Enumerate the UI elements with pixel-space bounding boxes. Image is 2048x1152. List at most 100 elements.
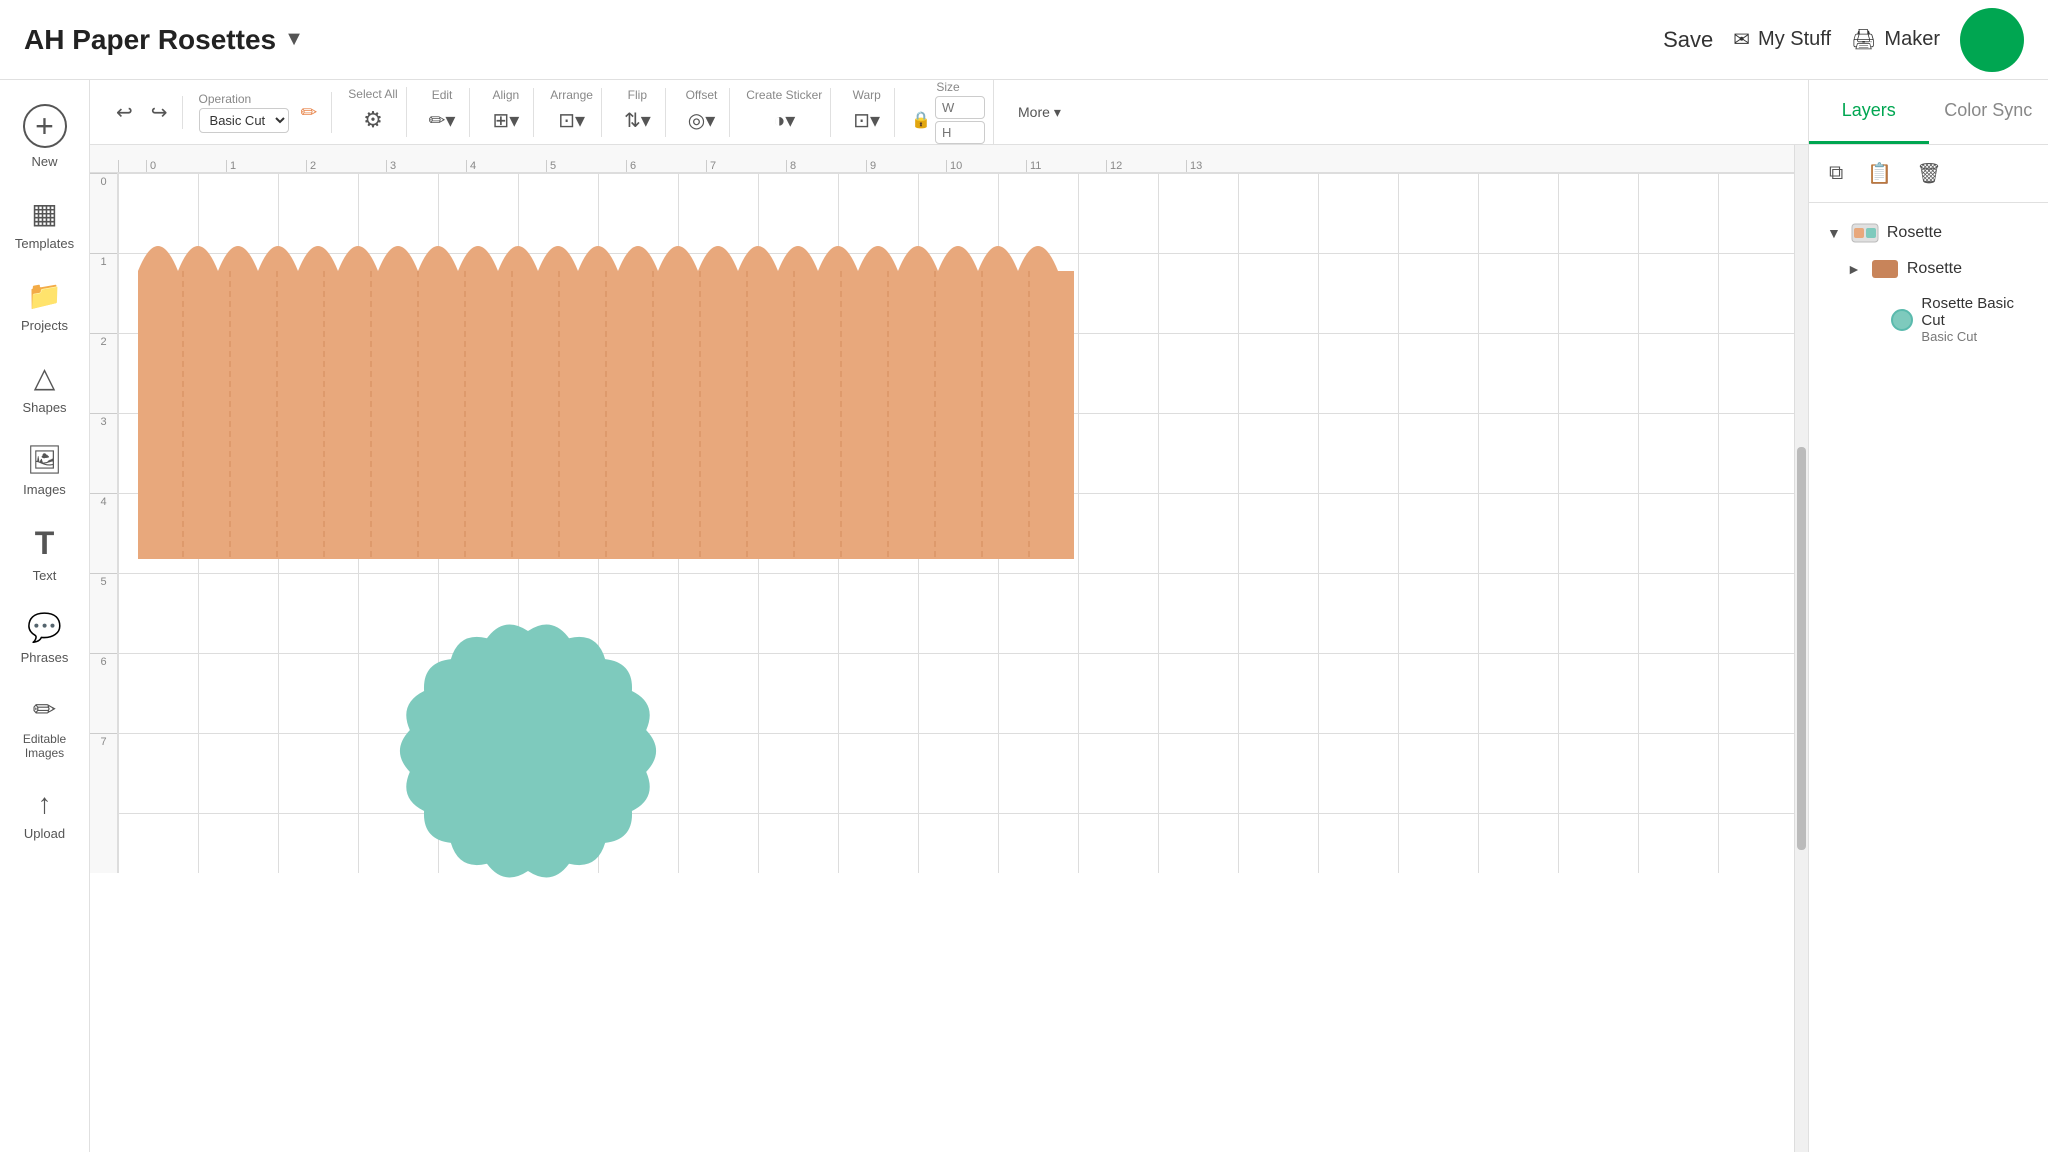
sidebar-item-images[interactable]: 🖼 Images [0, 429, 89, 511]
project-title: AH Paper Rosettes [24, 24, 276, 56]
ruler-top: 0 1 2 3 4 5 6 7 8 9 10 11 12 13 [90, 145, 1794, 173]
select-all-group: Select All ⚙ [340, 87, 406, 137]
panel-delete-button[interactable]: 🗑 [1912, 157, 1945, 190]
offset-label: Offset [686, 88, 718, 102]
header-right: Save ✉ My Stuff 🖨 Maker [1663, 8, 2024, 72]
sidebar-item-text[interactable]: T Text [0, 511, 89, 597]
arrange-group: Arrange ⊡▾ [542, 88, 602, 137]
operation-select[interactable]: Basic Cut [199, 108, 289, 133]
main-layout: + New ▦ Templates 📁 Projects △ Shapes 🖼 … [0, 80, 2048, 1152]
sidebar-item-upload[interactable]: ↑ Upload [0, 774, 89, 855]
sidebar-item-new[interactable]: + New [0, 90, 89, 183]
layer-expand-rosette[interactable]: ► [1845, 259, 1863, 279]
warp-button[interactable]: ⊡▾ [847, 104, 886, 137]
save-button[interactable]: Save [1663, 27, 1713, 53]
layer-row-rosette-basic-cut[interactable]: Rosette Basic Cut Basic Cut [1857, 287, 2040, 352]
sidebar-label-new: New [31, 154, 57, 169]
ruler-corner [118, 160, 146, 172]
sidebar-label-projects: Projects [21, 318, 68, 333]
more-button[interactable]: More ▾ [1010, 100, 1069, 125]
tab-color-sync[interactable]: Color Sync [1929, 80, 2048, 144]
layer-name-basic-cut-wrapper: Rosette Basic Cut Basic Cut [1921, 295, 2032, 344]
size-group: Size 🔒 [903, 80, 994, 144]
sidebar-label-editable-images: Editable Images [8, 732, 81, 760]
maker-icon: 🖨 [1851, 27, 1876, 52]
header: AH Paper Rosettes ▼ Save ✉ My Stuff 🖨 Ma… [0, 0, 2048, 80]
tab-layers[interactable]: Layers [1809, 80, 1929, 144]
edit-group: Edit ✏▾ [415, 88, 471, 137]
canvas-scroll-area[interactable]: 0 1 2 3 4 5 6 7 8 9 10 11 12 13 [90, 145, 1794, 1152]
sidebar-label-shapes: Shapes [22, 400, 66, 415]
sidebar-label-upload: Upload [24, 826, 65, 841]
layer-group-rosette-root: ▼ Rosette ► Rosette [1817, 215, 2040, 352]
ruler-left-6: 6 [90, 653, 117, 733]
layer-indent-basic-cut: Rosette Basic Cut Basic Cut [1857, 287, 2040, 352]
rosette-circle-better[interactable] [368, 591, 688, 911]
size-label: Size [936, 80, 959, 94]
arrange-label: Arrange [550, 88, 593, 102]
maker-button[interactable]: 🖨 Maker [1851, 27, 1940, 52]
undo-redo-group: ↩ ↪ [102, 96, 183, 129]
lock-icon: 🔒 [911, 110, 931, 130]
ruler-mark-4: 4 [466, 160, 546, 172]
ruler-left: 0 1 2 3 4 5 6 7 [90, 173, 118, 873]
header-left: AH Paper Rosettes ▼ [24, 24, 304, 56]
edit-button[interactable]: ✏▾ [423, 104, 462, 137]
toolbar: ↩ ↪ Operation Basic Cut ✏ Select All ⚙ [90, 80, 1808, 145]
offset-button[interactable]: ◎▾ [682, 104, 722, 137]
scrollbar-thumb[interactable] [1797, 447, 1806, 850]
size-w-input[interactable] [935, 96, 985, 119]
operation-label: Operation [199, 92, 289, 106]
ruler-mark-6: 6 [626, 160, 706, 172]
flip-group: Flip ⇅▾ [610, 88, 666, 137]
chevron-down-icon[interactable]: ▼ [284, 28, 304, 51]
layer-row-rosette[interactable]: ► Rosette [1837, 251, 2040, 287]
rosette-strip-shape[interactable] [136, 211, 1076, 561]
ruler-left-3: 3 [90, 413, 117, 493]
arrange-button[interactable]: ⊡▾ [552, 104, 591, 137]
layer-thumb-rosette [1871, 259, 1899, 279]
sidebar-item-phrases[interactable]: 💬 Phrases [0, 597, 89, 679]
ruler-left-5: 5 [90, 573, 117, 653]
sidebar-item-shapes[interactable]: △ Shapes [0, 347, 89, 429]
ruler-top-marks: 0 1 2 3 4 5 6 7 8 9 10 11 12 13 [118, 160, 1266, 172]
sidebar-item-templates[interactable]: ▦ Templates [0, 183, 89, 265]
edit-color-button[interactable]: ✏ [295, 96, 324, 129]
canvas-with-ruler: 0 1 2 3 4 5 6 7 [90, 173, 1794, 873]
select-all-button[interactable]: ⚙ [357, 103, 389, 137]
ruler-mark-7: 7 [706, 160, 786, 172]
layer-row-rosette-root[interactable]: ▼ Rosette [1817, 215, 2040, 251]
more-chevron-icon: ▾ [1054, 104, 1061, 121]
flip-button[interactable]: ⇅▾ [618, 104, 657, 137]
new-icon: + [23, 104, 67, 148]
mystuff-button[interactable]: ✉ My Stuff [1733, 27, 1831, 52]
ruler-mark-1: 1 [226, 160, 306, 172]
ruler-mark-11: 11 [1026, 160, 1106, 172]
canvas-grid[interactable] [118, 173, 1794, 873]
sidebar-label-phrases: Phrases [21, 650, 69, 665]
canvas-vertical-scrollbar[interactable] [1794, 145, 1808, 1152]
layer-thumb-root [1851, 223, 1879, 243]
redo-button[interactable]: ↪ [145, 96, 174, 129]
flip-label: Flip [628, 88, 647, 102]
sidebar-item-projects[interactable]: 📁 Projects [0, 265, 89, 347]
phrases-icon: 💬 [27, 611, 62, 644]
size-h-input[interactable] [935, 121, 985, 144]
templates-icon: ▦ [31, 197, 57, 230]
go-button[interactable] [1960, 8, 2024, 72]
canvas-container: ↩ ↪ Operation Basic Cut ✏ Select All ⚙ [90, 80, 1808, 1152]
undo-button[interactable]: ↩ [110, 96, 139, 129]
layer-indent-rosette: ► Rosette Rosette Basic Cut [1837, 251, 2040, 352]
sidebar-item-editable-images[interactable]: ✏ Editable Images [0, 679, 89, 774]
warp-label: Warp [853, 88, 881, 102]
create-sticker-group: Create Sticker ◑▾ [738, 88, 831, 137]
panel-duplicate-button[interactable]: ⧉ [1825, 158, 1847, 189]
ruler-left-1: 1 [90, 253, 117, 333]
panel-copy-button[interactable]: 📋 [1863, 157, 1896, 190]
create-sticker-button[interactable]: ◑▾ [767, 104, 801, 137]
sidebar-label-images: Images [23, 482, 66, 497]
align-button[interactable]: ⊞▾ [486, 104, 525, 137]
right-panel-tabs: Layers Color Sync [1809, 80, 2048, 145]
ruler-mark-13: 13 [1186, 160, 1266, 172]
layer-expand-root[interactable]: ▼ [1825, 223, 1843, 243]
